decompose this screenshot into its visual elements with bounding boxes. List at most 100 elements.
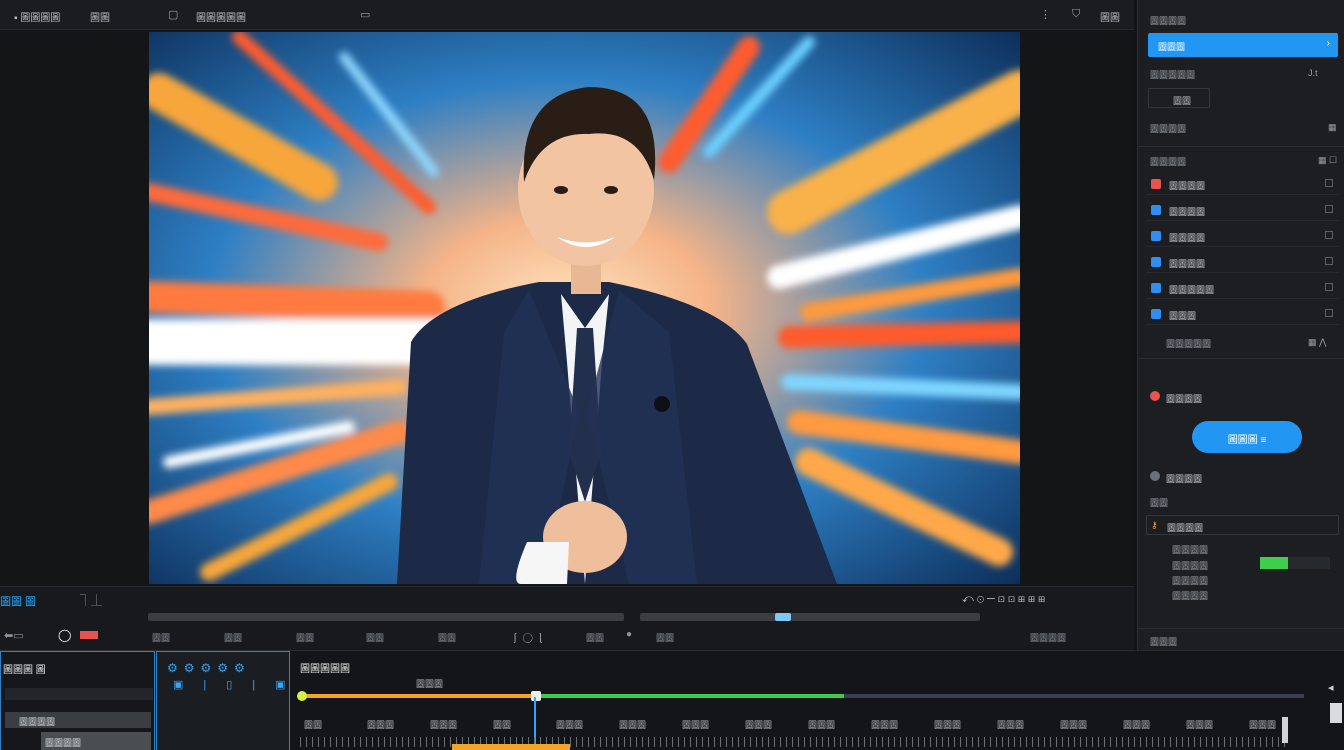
layer-label: 圖圖圖圖: [1169, 181, 1206, 191]
effect-item: 圖圖圖圖: [1166, 394, 1203, 404]
record-icon: [1150, 391, 1160, 401]
menu-item[interactable]: 圖圖圖圖圖: [196, 9, 246, 24]
scrub-handle[interactable]: [775, 613, 791, 621]
layout-icon[interactable]: ▢: [168, 8, 178, 21]
screen-icon[interactable]: ▭: [360, 8, 370, 21]
grid-icon[interactable]: ▦: [1328, 122, 1337, 133]
track-bar[interactable]: [297, 691, 1304, 701]
ruler-label: 圖圖圖: [997, 720, 1025, 730]
selected-item[interactable]: 圖圖圖 ›: [1148, 33, 1338, 57]
audio-label: 圖圖: [1150, 498, 1169, 508]
layers-options-icon[interactable]: ▦ ☐: [1318, 155, 1337, 166]
tool-icons[interactable]: ⚙⚙⚙⚙⚙: [167, 661, 251, 675]
ruler-label: 圖圖圖: [745, 720, 773, 730]
timeline-panel: 圖圖圖 圖 圖圖圖圖 圖圖圖圖 ⚙⚙⚙⚙⚙ ▣|▯|▣ 圖圖圖圖圖 圖圖圖 圖圖…: [0, 650, 1344, 750]
ruler-label: 圖圖圖: [808, 720, 836, 730]
layer-visibility-checkbox[interactable]: [1325, 283, 1333, 291]
level-meter[interactable]: [1260, 557, 1330, 569]
settings-icon[interactable]: ●: [626, 629, 632, 640]
collapse-icon[interactable]: ◂: [1328, 681, 1334, 694]
audio-clip[interactable]: [452, 744, 570, 750]
layer-row[interactable]: 圖圖圖: [1146, 303, 1339, 325]
layer-visibility-checkbox[interactable]: [1325, 205, 1333, 213]
layer-visibility-checkbox[interactable]: [1325, 257, 1333, 265]
time-readout: J.t: [1308, 68, 1318, 78]
layers-footer: 圖圖圖圖圖: [1166, 339, 1212, 349]
video-preview[interactable]: [149, 32, 1020, 584]
transport-right-label: 圖圖圖圖: [1030, 633, 1067, 643]
layer-row[interactable]: 圖圖圖圖: [1146, 251, 1339, 273]
level-meter-fill: [1260, 557, 1288, 569]
ruler-label: 圖圖圖: [367, 720, 395, 730]
mode-label[interactable]: 圖圖 圖: [0, 593, 36, 609]
scrub-bar-2[interactable]: [640, 613, 980, 621]
field-label: 圖圖圖圖: [1150, 124, 1187, 134]
tool-palette: ⚙⚙⚙⚙⚙ ▣|▯|▣: [156, 651, 290, 750]
clip-item[interactable]: 圖圖圖圖: [5, 712, 151, 728]
zoom-slider[interactable]: [1330, 703, 1342, 723]
audio-icon: [1150, 471, 1160, 481]
transport-button[interactable]: 圖圖: [224, 631, 242, 644]
shield-icon[interactable]: ⛉: [1072, 8, 1080, 21]
ruler-label: 圖圖圖: [1249, 720, 1277, 730]
layer-color-icon: [1151, 231, 1161, 241]
audio-item: 圖圖圖圖: [1166, 474, 1203, 484]
field-input[interactable]: 圖圖: [1148, 88, 1210, 108]
track-start-marker[interactable]: [297, 691, 307, 701]
layer-label: 圖圖圖: [1169, 311, 1197, 321]
more-icon[interactable]: ⋮: [1040, 8, 1051, 21]
split-icon[interactable]: ⏋⏊: [80, 592, 102, 608]
tool-sub-icons[interactable]: ▣|▯|▣: [173, 678, 306, 691]
ruler-label: 圖圖圖: [430, 720, 458, 730]
transport-button[interactable]: 圖圖: [586, 631, 604, 644]
ruler-label: 圖圖圖: [619, 720, 647, 730]
clip-item[interactable]: 圖圖圖圖: [41, 732, 151, 750]
layer-color-icon: [1151, 205, 1161, 215]
layer-row[interactable]: 圖圖圖圖: [1146, 225, 1339, 247]
loop-icon[interactable]: ◯: [58, 628, 71, 642]
param-label: 圖圖圖圖: [1172, 576, 1209, 586]
toolbar-right-label[interactable]: 圖圖: [1100, 9, 1120, 24]
properties-sidebar: 圖圖圖圖 圖圖圖 › 圖圖圖圖圖 J.t 圖圖 圖圖圖圖 ▦ 圖圖圖圖 ▦ ☐ …: [1137, 0, 1344, 650]
layer-row[interactable]: 圖圖圖圖圖: [1146, 277, 1339, 299]
scrub-bar[interactable]: [148, 613, 624, 621]
layer-visibility-checkbox[interactable]: [1325, 231, 1333, 239]
layers-footer-icons[interactable]: ▦ ⋀: [1308, 337, 1326, 348]
layer-label: 圖圖圖圖: [1169, 233, 1206, 243]
track-title: 圖圖圖圖圖: [300, 664, 350, 675]
transport-button[interactable]: 圖圖: [152, 631, 170, 644]
transport-button[interactable]: 圖圖: [296, 631, 314, 644]
playback-controls-icon[interactable]: ⤺ ⊙ ─ ⊡ ⊡ ⊞ ⊞ ⊞: [962, 593, 1045, 606]
layer-label: 圖圖圖圖: [1169, 259, 1206, 269]
bin-row[interactable]: [5, 688, 153, 700]
transport-button[interactable]: 圖圖: [438, 631, 456, 644]
undo-icon[interactable]: ⬅▭: [4, 629, 24, 642]
sidebar-header: 圖圖圖圖: [1150, 16, 1187, 26]
effects-section: 圖圖圖圖 圖圖圖 ≡ 圖圖圖圖 圖圖 ⚷ 圖圖圖圖 圖圖圖圖 圖圖圖圖 圖圖圖圖…: [1138, 358, 1344, 628]
transport-button[interactable]: 圖圖: [656, 631, 674, 644]
layer-visibility-checkbox[interactable]: [1325, 179, 1333, 187]
layers-section: 圖圖圖圖 ▦ ☐ 圖圖圖圖 圖圖圖圖 圖圖圖圖 圖圖圖圖 圖圖圖圖圖 圖圖圖 圖圖圖圖圖 …: [1138, 146, 1344, 354]
media-bin-title: 圖圖圖 圖: [3, 665, 46, 676]
menu-item[interactable]: 圖圖: [90, 9, 110, 24]
timeline-scrollbar[interactable]: [1282, 717, 1288, 743]
sidebar-footer-label: 圖圖圖: [1150, 637, 1178, 647]
preview-image: [149, 32, 1020, 584]
transport-button[interactable]: 圖圖: [366, 631, 384, 644]
layer-row[interactable]: 圖圖圖圖: [1146, 173, 1339, 195]
chevron-right-icon: ›: [1326, 38, 1330, 49]
param-label: 圖圖圖圖: [1172, 561, 1209, 571]
ruler-label: 圖圖圖: [1186, 720, 1214, 730]
record-icon[interactable]: [80, 631, 98, 639]
play-controls-icon[interactable]: ⎰ ◯ ⎱: [510, 630, 546, 645]
layer-visibility-checkbox[interactable]: [1325, 309, 1333, 317]
media-bin: 圖圖圖 圖 圖圖圖圖 圖圖圖圖: [0, 651, 155, 750]
apply-button[interactable]: 圖圖圖 ≡: [1192, 421, 1302, 453]
audio-field[interactable]: ⚷ 圖圖圖圖: [1146, 515, 1339, 535]
layer-row[interactable]: 圖圖圖圖: [1146, 199, 1339, 221]
layer-color-icon: [1151, 283, 1161, 293]
layer-color-icon: [1151, 309, 1161, 319]
ruler-label: 圖圖圖: [934, 720, 962, 730]
ruler-label: 圖圖圖: [1060, 720, 1088, 730]
keyframe-marker[interactable]: [531, 691, 541, 701]
